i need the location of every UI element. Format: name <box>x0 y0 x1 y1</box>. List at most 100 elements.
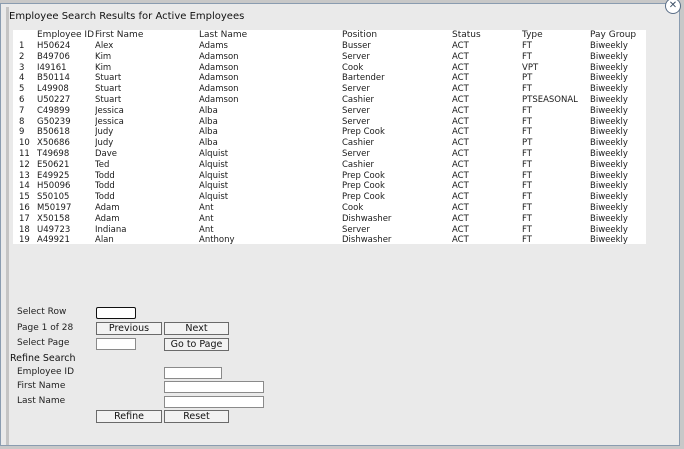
col-status-cell: ACT <box>452 224 469 235</box>
col-type-cell: FT <box>522 192 532 203</box>
next-button[interactable]: Next <box>164 322 229 335</box>
table-row[interactable]: 13 E49925 Todd Alquist Prep Cook ACT FT Biweekl… <box>13 171 646 182</box>
col-pay-group-cell: Biweekly <box>590 84 628 95</box>
col-type-cell: FT <box>522 41 532 51</box>
col-pay-group-cell: Biweekly <box>590 127 628 138</box>
col-index-cell: 3 <box>19 62 25 73</box>
col-type-header: Type <box>522 30 543 40</box>
col-pay-group-cell: Biweekly <box>590 105 628 116</box>
col-employee-id-cell: U50227 <box>37 94 71 105</box>
col-index-cell: 9 <box>19 127 25 138</box>
col-type-cell: FT <box>522 105 532 116</box>
table-row[interactable]: 17 X50158 Adam Ant Dishwasher ACT FT Biweekly <box>13 214 646 225</box>
col-position-cell: Cashier <box>342 138 375 149</box>
last-name-field[interactable] <box>164 396 264 408</box>
col-employee-id-cell: L49908 <box>37 84 69 95</box>
col-status-cell: ACT <box>452 127 469 138</box>
col-employee-id-cell: I49161 <box>37 62 67 73</box>
col-last-name-cell: Adams <box>199 41 228 51</box>
col-first-name-cell: Todd <box>95 181 115 192</box>
table-row[interactable]: 15 S50105 Todd Alquist Prep Cook ACT FT Biweekl… <box>13 192 646 203</box>
col-last-name-cell: Alba <box>199 105 218 116</box>
col-position-cell: Cook <box>342 202 364 213</box>
col-last-name-cell: Adamson <box>199 73 239 84</box>
col-employee-id-cell: H50096 <box>37 181 71 192</box>
table-row[interactable]: 5 L49908 Stuart Adamson Server ACT FT Biweekly <box>13 84 646 95</box>
table-row[interactable]: 14 H50096 Todd Alquist Prep Cook ACT FT Biweekl… <box>13 181 646 192</box>
table-row[interactable]: 7 C49899 Jessica Alba Server ACT FT Biweekly <box>13 106 646 117</box>
col-position-cell: Prep Cook <box>342 127 385 138</box>
col-index-cell: 5 <box>19 84 25 95</box>
col-type-cell: PT <box>522 138 533 149</box>
employee-id-field[interactable] <box>164 367 222 379</box>
col-type-cell: FT <box>522 159 532 170</box>
col-position-cell: Prep Cook <box>342 181 385 192</box>
table-row[interactable]: 2 B49706 Kim Adamson Server ACT FT Biweekly <box>13 52 646 63</box>
col-index-cell: 2 <box>19 51 25 62</box>
col-status-cell: ACT <box>452 192 469 203</box>
col-index-cell: 8 <box>19 116 25 127</box>
table-row[interactable]: 8 G50239 Jessica Alba Server ACT FT Biweekly <box>13 117 646 128</box>
col-last-name-cell: Alba <box>199 127 218 138</box>
table-row[interactable]: 11 T49698 Dave Alquist Server ACT FT Biweekly <box>13 149 646 160</box>
table-row[interactable]: 16 M50197 Adam Ant Cook ACT FT Biweekly <box>13 203 646 214</box>
col-first-name-cell: Indiana <box>95 224 127 235</box>
first-name-field[interactable] <box>164 381 264 393</box>
col-position-cell: Server <box>342 51 370 62</box>
col-employee-id-cell: B49706 <box>37 51 70 62</box>
col-last-name-header: Last Name <box>199 30 248 40</box>
close-icon[interactable]: ✕ <box>665 0 681 14</box>
col-position-header: Position <box>342 30 378 40</box>
table-row[interactable]: 12 E50621 Ted Alquist Cashier ACT FT Biweekly <box>13 160 646 171</box>
col-last-name-cell: Alba <box>199 116 218 127</box>
col-first-name-cell: Jessica <box>95 116 124 127</box>
col-employee-id-cell: S50105 <box>37 192 70 203</box>
col-employee-id-cell: E50621 <box>37 159 70 170</box>
table-row[interactable]: 3 I49161 Kim Adamson Cook ACT VPT Biweekly <box>13 63 646 74</box>
col-type-cell: FT <box>522 202 532 213</box>
col-status-cell: ACT <box>452 170 469 181</box>
select-row-input[interactable] <box>96 307 136 319</box>
table-row[interactable]: 18 U49723 Indiana Ant Server ACT FT Biweekly <box>13 225 646 236</box>
col-type-cell: FT <box>522 51 532 62</box>
col-position-cell: Busser <box>342 41 371 51</box>
col-last-name-cell: Alquist <box>199 159 229 170</box>
col-pay-group-cell: Biweekly <box>590 192 628 203</box>
go-to-page-button[interactable]: Go to Page <box>164 338 229 351</box>
col-position-cell: Server <box>342 148 370 159</box>
col-pay-group-cell: Biweekly <box>590 224 628 235</box>
col-first-name-cell: Kim <box>95 51 112 62</box>
col-last-name-cell: Ant <box>199 202 214 213</box>
previous-button[interactable]: Previous <box>96 322 162 335</box>
col-position-cell: Cashier <box>342 94 375 105</box>
col-employee-id-cell: U49723 <box>37 224 71 235</box>
col-pay-group-cell: Biweekly <box>590 51 628 62</box>
col-employee-id-cell: B50618 <box>37 127 70 138</box>
col-employee-id-header: Employee ID <box>37 30 95 40</box>
col-index-cell: 11 <box>19 148 30 159</box>
first-name-label: First Name <box>17 381 66 391</box>
col-first-name-cell: Stuart <box>95 84 122 95</box>
col-employee-id-cell: A49921 <box>37 235 70 246</box>
col-index-cell: 7 <box>19 105 25 116</box>
col-status-cell: ACT <box>452 84 469 95</box>
reset-button[interactable]: Reset <box>164 410 229 423</box>
col-index-cell: 4 <box>19 73 25 84</box>
refine-button[interactable]: Refine <box>96 410 162 423</box>
col-position-cell: Dishwasher <box>342 235 392 246</box>
table-row[interactable]: 10 X50686 Judy Alba Cashier ACT PT Biweekly <box>13 138 646 149</box>
table-row[interactable]: 19 A49921 Alan Anthony Dishwasher ACT FT Biweek… <box>13 235 646 246</box>
table-row[interactable]: 1 H50624 Alex Adams Busser ACT FT Biweekly <box>13 41 646 52</box>
table-row[interactable]: 6 U50227 Stuart Adamson Cashier ACT PTSEASONAL… <box>13 95 646 106</box>
col-position-cell: Cashier <box>342 159 375 170</box>
col-status-cell: ACT <box>452 41 469 51</box>
col-status-cell: ACT <box>452 62 469 73</box>
col-index-cell: 18 <box>19 224 30 235</box>
table-row[interactable]: 4 B50114 Stuart Adamson Bartender ACT PT Biweek… <box>13 73 646 84</box>
col-last-name-cell: Alquist <box>199 148 229 159</box>
select-page-input[interactable] <box>96 338 136 350</box>
table-row[interactable]: 9 B50618 Judy Alba Prep Cook ACT FT Biweekly <box>13 127 646 138</box>
col-index-cell: 13 <box>19 170 30 181</box>
col-index-cell: 15 <box>19 192 30 203</box>
col-index-cell: 1 <box>19 41 25 51</box>
